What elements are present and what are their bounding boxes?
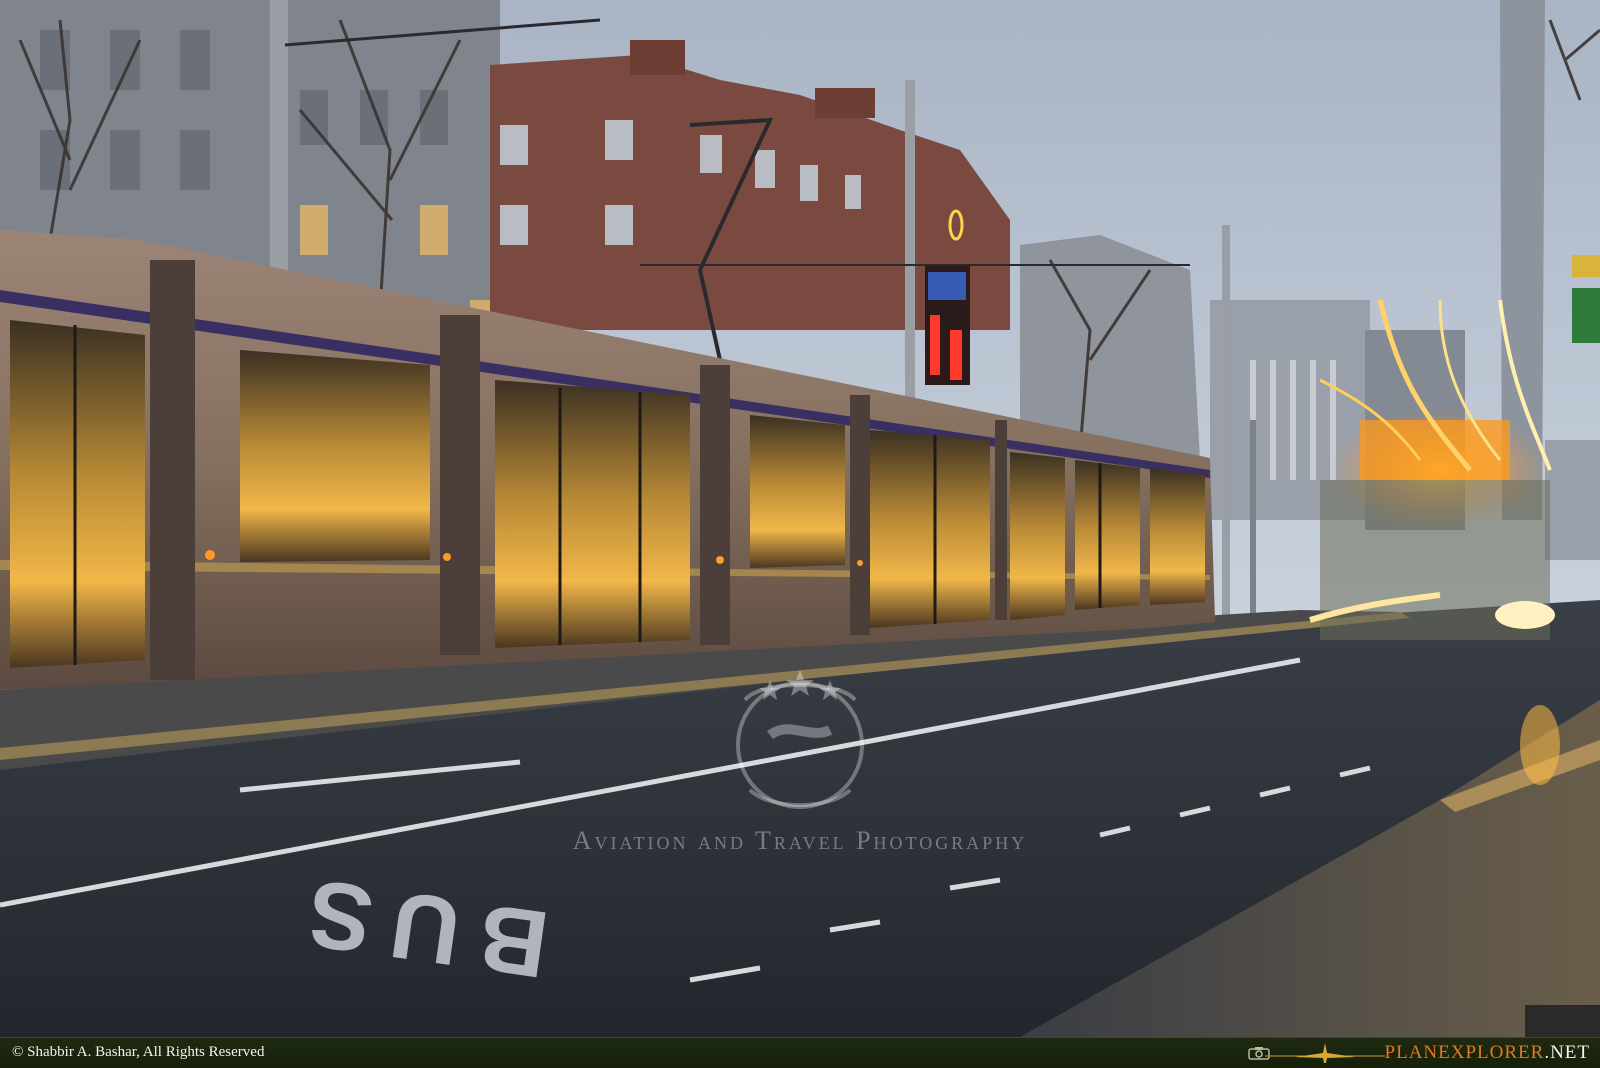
photo-footer: © Shabbir A. Bashar, All Rights Reserved…	[0, 1037, 1600, 1068]
watermark-caption: Aviation and Travel Photography	[572, 826, 1028, 855]
brand-tld: .NET	[1544, 1042, 1590, 1063]
brand-name: PLANEXPLORER	[1384, 1042, 1545, 1063]
street-photo: BUS	[0, 0, 1600, 1037]
brand-logo[interactable]: PLANEXPLORER.NET	[1385, 1042, 1590, 1064]
copyright-text: © Shabbir A. Bashar, All Rights Reserved	[12, 1044, 265, 1060]
airplane-icon	[1265, 1043, 1385, 1063]
